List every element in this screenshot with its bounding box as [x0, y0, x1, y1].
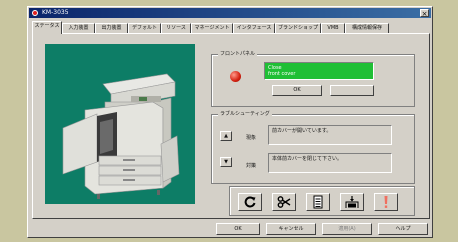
refresh-button[interactable]	[238, 193, 262, 211]
close-button[interactable]: ×	[420, 9, 429, 18]
tab-default[interactable]: デフォルト	[128, 23, 161, 33]
troubleshooting-label: ラブルシューティング	[218, 111, 272, 118]
apply-button[interactable]: 適用(A)	[322, 223, 372, 235]
title-bar: KM-3035 ×	[29, 8, 431, 18]
toner-button[interactable]	[340, 193, 364, 211]
printer-preview-image	[45, 44, 195, 204]
exclamation-icon	[384, 196, 388, 208]
paper-tray-icon	[313, 195, 323, 209]
state-label: 現象	[246, 135, 257, 141]
panel-ok-button[interactable]: OK	[272, 85, 322, 96]
action-label: 対策	[246, 163, 257, 169]
troubleshooting-group: ラブルシューティング ▲ ▼ 現象 前カバーが開いています。 対策 本体前カバー…	[211, 111, 415, 184]
status-panel: フロントパネル Close front cover OK ラブルシューティング …	[32, 33, 430, 219]
scroll-up-button[interactable]: ▲	[220, 131, 232, 141]
tab-interface[interactable]: インタフェース	[233, 23, 275, 33]
front-panel-display: Close front cover	[264, 62, 374, 80]
tab-output-device[interactable]: 出力装置	[95, 23, 128, 33]
printer-properties-window: KM-3035 × ステータス 入力装置 出力装置 デフォルト リソース マネー…	[27, 6, 433, 238]
scissors-icon	[277, 196, 291, 208]
action-text-box: 本体前カバーを閉じて下さい。	[268, 153, 392, 173]
tab-vmb[interactable]: VMB	[321, 23, 345, 33]
printer-app-icon	[32, 10, 38, 16]
tab-resource[interactable]: リソース	[161, 23, 191, 33]
window-title: KM-3035	[42, 9, 69, 16]
panel-secondary-button[interactable]	[330, 85, 374, 96]
cut-button[interactable]	[272, 193, 296, 211]
display-line-2: front cover	[268, 71, 296, 77]
help-button[interactable]: ヘルプ	[378, 223, 428, 235]
tab-brand-shop[interactable]: ブランドショップ	[275, 23, 321, 33]
tab-input-device[interactable]: 入力装置	[62, 23, 95, 33]
cancel-button[interactable]: キャンセル	[266, 223, 316, 235]
tab-config-save[interactable]: 構成情報保存	[345, 23, 389, 33]
toner-icon	[345, 196, 359, 208]
refresh-icon	[244, 196, 256, 208]
scroll-down-button[interactable]: ▼	[220, 157, 232, 167]
front-panel-group: フロントパネル Close front cover OK	[211, 51, 415, 107]
tab-management[interactable]: マネージメント	[191, 23, 233, 33]
ok-button[interactable]: OK	[216, 223, 260, 235]
paper-button[interactable]	[306, 193, 330, 211]
front-panel-label: フロントパネル	[218, 51, 258, 58]
status-icon-toolbar	[229, 186, 415, 216]
warning-button[interactable]	[374, 193, 398, 211]
tab-status[interactable]: ステータス	[32, 21, 62, 34]
state-text-box: 前カバーが開いています。	[268, 125, 392, 145]
error-lamp	[230, 71, 241, 82]
